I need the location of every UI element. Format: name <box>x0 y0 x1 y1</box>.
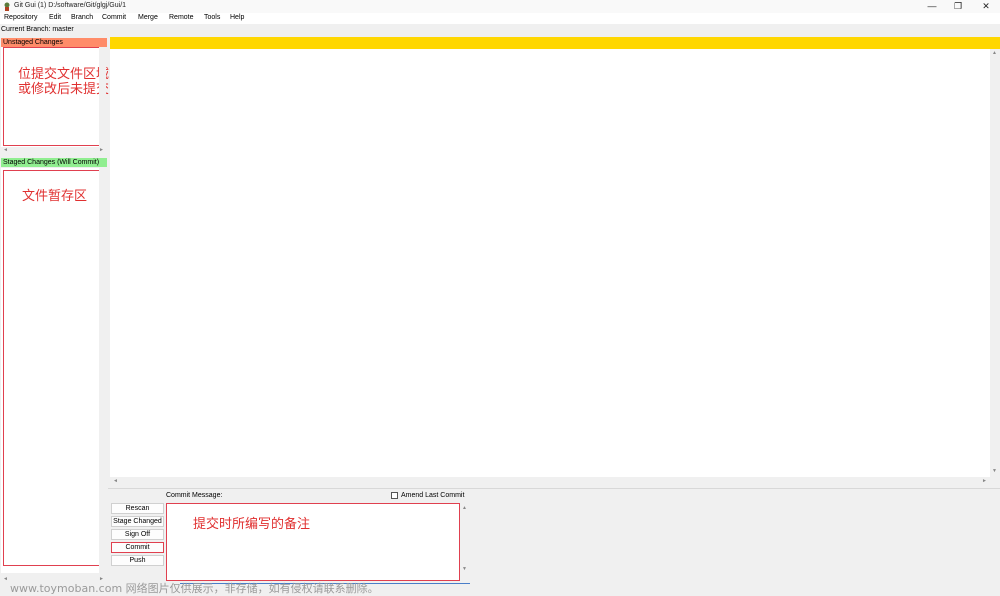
staged-changes-header: Staged Changes (Will Commit) <box>1 158 107 167</box>
staged-scroll-left-icon[interactable]: ◄ <box>3 576 8 582</box>
menu-commit[interactable]: Commit <box>102 14 126 21</box>
watermark-text: www.toymoban.com 网络图片仅供展示，非存储，如有侵权请联系删除。 <box>10 582 379 595</box>
minimize-icon: — <box>927 1 937 11</box>
staged-scrollbar[interactable] <box>99 168 106 573</box>
menu-help[interactable]: Help <box>230 14 244 21</box>
push-button[interactable]: Push <box>111 555 164 566</box>
menu-edit[interactable]: Edit <box>49 14 61 21</box>
minimize-button[interactable]: — <box>918 0 946 13</box>
diff-vertical-scrollbar[interactable]: ▲ ▼ <box>990 49 999 477</box>
sign-off-button[interactable]: Sign Off <box>111 529 164 540</box>
commit-message-textarea[interactable]: 提交时所编写的备注 <box>166 503 460 581</box>
amend-last-commit-checkbox[interactable] <box>391 492 398 499</box>
commit-scroll-up-icon[interactable]: ▲ <box>462 505 467 511</box>
annotation-box-staged <box>3 170 101 566</box>
restore-button[interactable]: ❐ <box>944 0 972 13</box>
git-gui-app-icon <box>4 2 10 11</box>
commit-message-label: Commit Message: <box>166 492 223 499</box>
menu-repository[interactable]: Repository <box>4 14 37 21</box>
window-title: Git Gui (1) D:/software/Git/glgj/Gui/1 <box>14 2 127 9</box>
amend-last-commit-label[interactable]: Amend Last Commit <box>401 492 464 499</box>
unstaged-file-list[interactable]: 位提交文件区域 或修改后未提交的 <box>1 47 122 147</box>
title-bar: Git Gui (1) D:/software/Git/glgj/Gui/1 —… <box>0 0 1000 13</box>
scroll-right-icon[interactable]: ► <box>99 147 104 153</box>
commit-button[interactable]: Commit <box>111 542 164 553</box>
rescan-button[interactable]: Rescan <box>111 503 164 514</box>
annotation-unstaged-line2: 或修改后未提交的 <box>18 82 123 97</box>
menu-tools[interactable]: Tools <box>204 14 220 21</box>
diff-scroll-right-icon[interactable]: ► <box>982 478 987 484</box>
current-branch-label: Current Branch: master <box>1 26 74 33</box>
pane-divider[interactable] <box>108 488 1000 489</box>
annotation-staged: 文件暂存区 <box>22 189 88 204</box>
scroll-left-icon[interactable]: ◄ <box>3 147 8 153</box>
menu-branch[interactable]: Branch <box>71 14 93 21</box>
diff-viewer[interactable] <box>110 49 990 477</box>
close-icon: ✕ <box>982 1 990 11</box>
scroll-down-icon[interactable]: ▼ <box>992 468 997 474</box>
restore-icon: ❐ <box>953 1 963 11</box>
menu-remote[interactable]: Remote <box>169 14 194 21</box>
annotation-commit: 提交时所编写的备注 <box>193 517 311 532</box>
diff-scroll-left-icon[interactable]: ◄ <box>113 478 118 484</box>
diff-horizontal-scrollbar[interactable]: ◄ ► <box>110 477 990 486</box>
commit-scroll-down-icon[interactable]: ▼ <box>462 566 467 572</box>
scroll-up-icon[interactable]: ▲ <box>992 50 997 56</box>
close-button[interactable]: ✕ <box>972 0 1000 13</box>
diff-header-bar <box>110 37 1000 49</box>
staged-file-list[interactable]: 文件暂存区 <box>1 168 106 573</box>
unstaged-scrollbar[interactable] <box>99 47 106 147</box>
stage-changed-button[interactable]: Stage Changed <box>111 516 164 527</box>
menu-bar: Repository Edit Branch Commit Merge Remo… <box>0 13 1000 24</box>
menu-merge[interactable]: Merge <box>138 14 158 21</box>
unstaged-changes-header: Unstaged Changes <box>1 38 107 47</box>
